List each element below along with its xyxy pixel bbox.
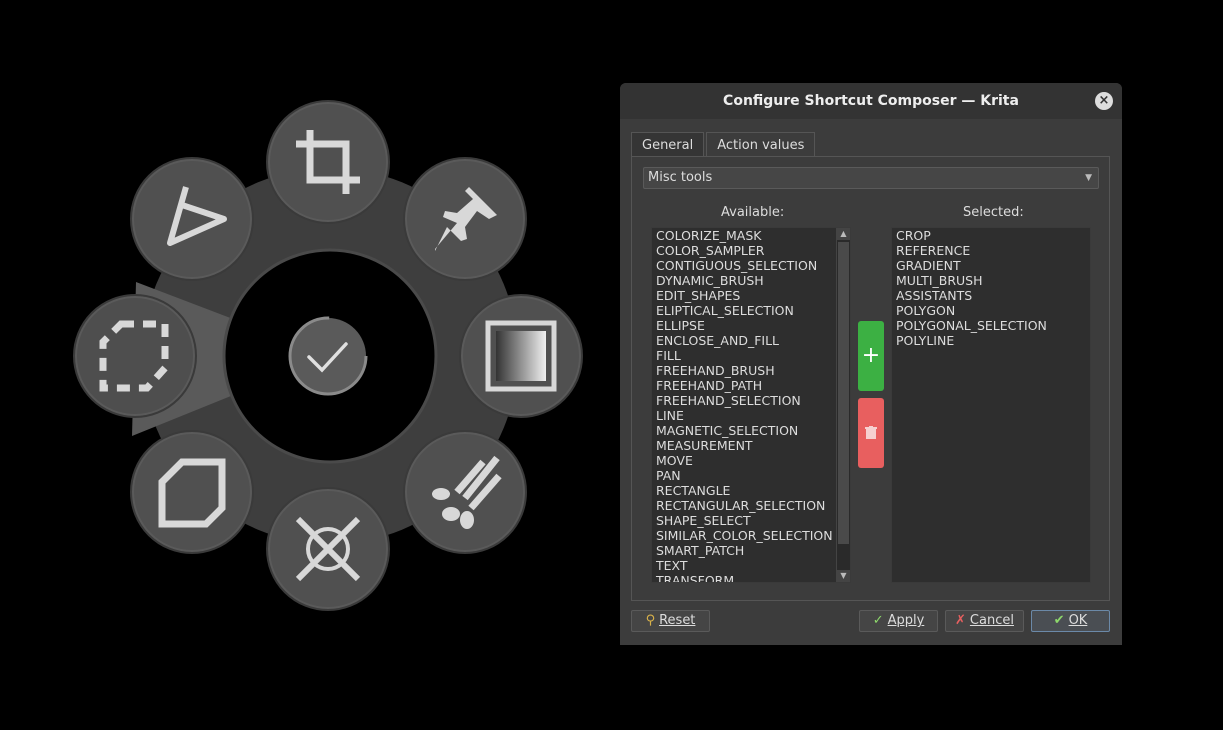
available-list-item[interactable]: SMART_PATCH bbox=[652, 543, 850, 558]
tab-action-values[interactable]: Action values bbox=[706, 132, 816, 157]
cancel-label: Cancel bbox=[969, 613, 1014, 628]
available-list-item[interactable]: MOVE bbox=[652, 453, 850, 468]
group-select-value: Misc tools bbox=[648, 170, 713, 185]
multibrush-tool-button[interactable] bbox=[403, 430, 527, 554]
ok-check-icon: ✔ bbox=[1053, 613, 1065, 628]
tab-general[interactable]: General bbox=[631, 132, 705, 156]
multibrush-icon bbox=[432, 455, 502, 529]
available-list-item[interactable]: ELLIPSE bbox=[652, 318, 850, 333]
tab-general-label: General bbox=[642, 138, 694, 153]
available-list-item[interactable]: SHAPE_SELECT bbox=[652, 513, 850, 528]
available-list-item[interactable]: CONTIGUOUS_SELECTION bbox=[652, 258, 850, 273]
polygonal-selection-icon bbox=[99, 320, 169, 392]
close-icon[interactable]: × bbox=[1095, 92, 1113, 110]
available-list-item[interactable]: ENCLOSE_AND_FILL bbox=[652, 333, 850, 348]
ok-button[interactable]: ✔ OK bbox=[1031, 610, 1110, 632]
available-scrollbar[interactable]: ▲ ▼ bbox=[836, 228, 850, 582]
scroll-down-icon[interactable]: ▼ bbox=[837, 570, 850, 582]
dialog-title: Configure Shortcut Composer — Krita bbox=[723, 93, 1019, 109]
group-select[interactable]: Misc tools ▼ bbox=[643, 167, 1099, 189]
available-label: Available: bbox=[721, 205, 785, 220]
pie-menu bbox=[0, 0, 600, 730]
available-list-item[interactable]: RECTANGLE bbox=[652, 483, 850, 498]
available-rows: COLORIZE_MASK COLOR_SAMPLER CONTIGUOUS_SEL… bbox=[652, 228, 850, 582]
available-list-item[interactable]: DYNAMIC_BRUSH bbox=[652, 273, 850, 288]
polyline-icon bbox=[167, 186, 227, 246]
available-list-item[interactable]: SIMILAR_COLOR_SELECTION bbox=[652, 528, 850, 543]
crop-tool-button[interactable] bbox=[266, 100, 390, 224]
apply-label: Apply bbox=[887, 613, 925, 628]
available-list-item[interactable]: COLORIZE_MASK bbox=[652, 228, 850, 243]
polygon-tool-button[interactable] bbox=[130, 430, 254, 554]
cancel-button[interactable]: ✗ Cancel bbox=[945, 610, 1024, 632]
available-list-item[interactable]: FILL bbox=[652, 348, 850, 363]
selected-list[interactable]: CROP REFERENCE GRADIENT MULTI_BRUSH ASSISTAN… bbox=[891, 227, 1091, 583]
selected-list-item[interactable]: MULTI_BRUSH bbox=[892, 273, 1090, 288]
polygon-icon bbox=[158, 458, 226, 528]
selected-list-item[interactable]: CROP bbox=[892, 228, 1090, 243]
available-list-item[interactable]: MAGNETIC_SELECTION bbox=[652, 423, 850, 438]
configure-dialog: Configure Shortcut Composer — Krita × Ge… bbox=[620, 83, 1122, 645]
accept-button[interactable] bbox=[288, 316, 368, 396]
available-list-item[interactable]: EDIT_SHAPES bbox=[652, 288, 850, 303]
selected-list-item[interactable]: GRADIENT bbox=[892, 258, 1090, 273]
available-list-item[interactable]: FREEHAND_PATH bbox=[652, 378, 850, 393]
crop-icon bbox=[296, 130, 360, 194]
available-list-item[interactable]: LINE bbox=[652, 408, 850, 423]
polyline-tool-button[interactable] bbox=[130, 157, 254, 281]
ok-label: OK bbox=[1068, 613, 1088, 628]
available-list-item[interactable]: TRANSFORM bbox=[652, 573, 850, 582]
selected-list-item[interactable]: REFERENCE bbox=[892, 243, 1090, 258]
assistant-icon bbox=[295, 516, 361, 582]
add-button[interactable]: + bbox=[858, 321, 884, 391]
assistant-tool-button[interactable] bbox=[266, 487, 390, 611]
selected-list-item[interactable]: ASSISTANTS bbox=[892, 288, 1090, 303]
reset-button[interactable]: ⚲ Reset bbox=[631, 610, 710, 632]
available-list-item[interactable]: COLOR_SAMPLER bbox=[652, 243, 850, 258]
scroll-thumb[interactable] bbox=[838, 242, 849, 544]
available-list-item[interactable]: FREEHAND_BRUSH bbox=[652, 363, 850, 378]
apply-check-icon: ✓ bbox=[872, 613, 884, 628]
chevron-down-icon: ▼ bbox=[1085, 173, 1092, 183]
available-list-item[interactable]: PAN bbox=[652, 468, 850, 483]
pin-icon bbox=[435, 187, 497, 251]
tab-bar: General Action values bbox=[631, 132, 817, 157]
selected-rows: CROP REFERENCE GRADIENT MULTI_BRUSH ASSISTAN… bbox=[892, 228, 1090, 348]
reset-label: Reset bbox=[659, 613, 696, 628]
available-list-item[interactable]: FREEHAND_SELECTION bbox=[652, 393, 850, 408]
selected-list-item[interactable]: POLYGONAL_SELECTION bbox=[892, 318, 1090, 333]
accept-check-icon bbox=[288, 316, 368, 396]
apply-button[interactable]: ✓ Apply bbox=[859, 610, 938, 632]
cancel-x-icon: ✗ bbox=[955, 613, 966, 628]
action-values-panel: Misc tools ▼ Available: Selected: COLORI… bbox=[631, 156, 1110, 601]
gradient-tool-button[interactable] bbox=[459, 294, 583, 418]
available-list-item[interactable]: RECTANGULAR_SELECTION bbox=[652, 498, 850, 513]
reference-tool-button[interactable] bbox=[403, 157, 527, 281]
dialog-titlebar: Configure Shortcut Composer — Krita × bbox=[620, 83, 1122, 119]
selected-list-item[interactable]: POLYGON bbox=[892, 303, 1090, 318]
scroll-up-icon[interactable]: ▲ bbox=[837, 228, 850, 240]
trash-icon bbox=[865, 426, 877, 439]
gradient-icon bbox=[485, 320, 557, 392]
tab-action-values-label: Action values bbox=[717, 138, 805, 153]
polygonal-selection-button[interactable] bbox=[73, 294, 197, 418]
remove-button[interactable] bbox=[858, 398, 884, 468]
available-list[interactable]: COLORIZE_MASK COLOR_SAMPLER CONTIGUOUS_SEL… bbox=[651, 227, 851, 583]
available-list-item[interactable]: TEXT bbox=[652, 558, 850, 573]
available-list-item[interactable]: MEASUREMENT bbox=[652, 438, 850, 453]
selected-list-item[interactable]: POLYLINE bbox=[892, 333, 1090, 348]
broom-icon: ⚲ bbox=[645, 613, 656, 628]
selected-label: Selected: bbox=[963, 205, 1024, 220]
available-list-item[interactable]: ELIPTICAL_SELECTION bbox=[652, 303, 850, 318]
